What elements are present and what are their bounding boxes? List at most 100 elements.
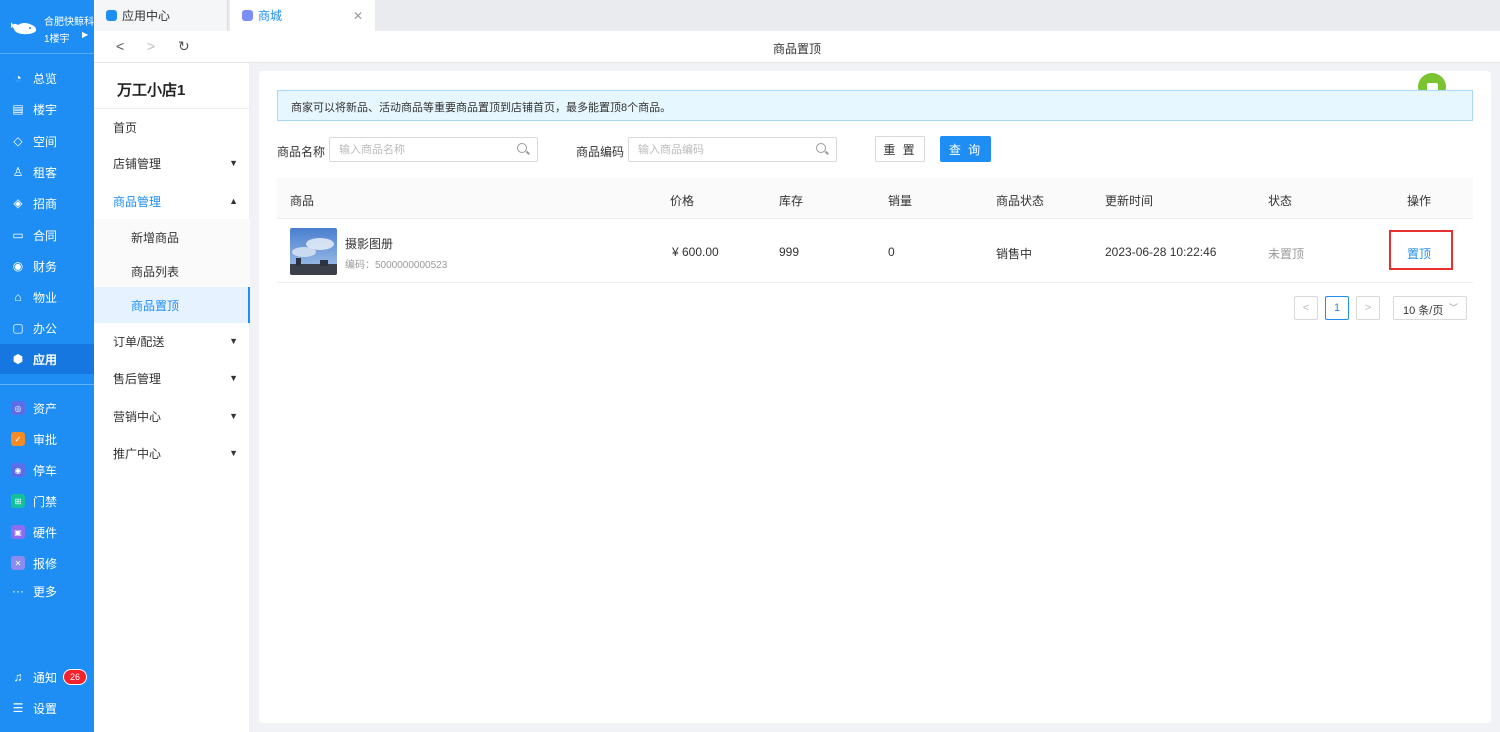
nav-contract[interactable]: ▭ 合同	[0, 220, 94, 250]
parking-icon: ◉	[11, 463, 25, 477]
caret-right-icon: ▶	[82, 30, 89, 39]
menu-aftersale[interactable]: 售后管理 ▼	[94, 360, 250, 396]
menu-goods[interactable]: 商品管理 ▲	[94, 183, 250, 219]
reset-button[interactable]: 重 置	[875, 136, 925, 162]
chevron-down-icon: ﹀	[1448, 303, 1458, 313]
menu-icon: ☰	[12, 701, 24, 715]
main-sidebar: 合肥快鲸科 1楼宇 ▶ ◔ 总览 ▤ 楼宇 ◇ 空间 ♙ 租客 ◈ 招商 ▭ 合…	[0, 0, 94, 732]
chevron-down-icon: ▼	[229, 158, 238, 168]
product-stock: 999	[779, 245, 800, 259]
prev-page-button[interactable]: <	[1294, 296, 1318, 320]
tab-label: 应用中心	[122, 9, 171, 23]
product-code: 编码：5000000000523	[345, 260, 448, 271]
info-notice: 商家可以将新品、活动商品等重要商品置顶到店铺首页，最多能置顶8个商品。	[277, 90, 1473, 121]
product-name: 摄影图册	[345, 237, 394, 251]
monitor-icon: ▢	[12, 321, 24, 335]
menu-label: 商品管理	[113, 194, 162, 209]
nav-notify[interactable]: ♫ 通知 26	[0, 662, 94, 692]
menu-label: 售后管理	[113, 371, 162, 386]
app-approval[interactable]: ✓ 审批	[0, 424, 94, 454]
notify-count-badge: 26	[63, 669, 88, 685]
nav-leasing[interactable]: ◈ 招商	[0, 188, 94, 218]
menu-label: 推广中心	[113, 446, 162, 461]
tag-icon: ◈	[13, 196, 23, 210]
access-control-icon: ⊞	[11, 494, 25, 508]
hardware-icon: ▣	[11, 525, 25, 539]
tab-bar: 应用中心 商城 ✕	[94, 0, 1500, 31]
product-thumbnail	[290, 228, 337, 275]
menu-home[interactable]: 首页	[94, 109, 250, 145]
query-button[interactable]: 查 询	[940, 136, 991, 162]
app-label: 审批	[33, 432, 58, 447]
col-status: 状态	[1268, 194, 1293, 208]
nav-tenant[interactable]: ♙ 租客	[0, 157, 94, 187]
page-size-select[interactable]: 10 条/页 ﹀	[1393, 296, 1467, 320]
nav-label: 合同	[33, 228, 58, 243]
app-repair[interactable]: ✕ 报修	[0, 548, 94, 578]
page-1-button[interactable]: 1	[1325, 296, 1349, 320]
nav-space[interactable]: ◇ 空间	[0, 126, 94, 156]
dashboard-icon: ◔	[14, 71, 22, 85]
nav-apps[interactable]: ⬢ 应用	[0, 344, 94, 374]
nav-more[interactable]: ··· 更多	[0, 576, 94, 606]
nav-label: 楼宇	[33, 102, 58, 117]
nav-label: 办公	[33, 321, 58, 336]
table-row: 摄影图册 编码：5000000000523 ¥ 600.00 999 0 销售中…	[277, 219, 1473, 283]
menu-label: 新增商品	[131, 230, 180, 245]
nav-office[interactable]: ▢ 办公	[0, 313, 94, 343]
nav-label: 财务	[33, 259, 58, 274]
col-goods: 商品	[290, 194, 315, 208]
search-icon	[517, 143, 527, 153]
app-access[interactable]: ⊞ 门禁	[0, 486, 94, 516]
col-updated: 更新时间	[1105, 194, 1154, 208]
goods-name-input[interactable]	[330, 138, 500, 161]
menu-label: 营销中心	[113, 409, 162, 424]
col-goods-status: 商品状态	[996, 194, 1045, 208]
next-page-button[interactable]: >	[1356, 296, 1380, 320]
nav-settings[interactable]: ☰ 设置	[0, 693, 94, 723]
app-icon: ⬢	[12, 352, 24, 366]
repair-icon: ✕	[11, 556, 25, 570]
app-label: 资产	[33, 401, 58, 416]
finance-icon: ◉	[12, 259, 24, 273]
menu-promotion[interactable]: 推广中心 ▼	[94, 435, 250, 471]
menu-store[interactable]: 店铺管理 ▼	[94, 145, 250, 181]
menu-goods-add[interactable]: 新增商品	[94, 219, 250, 255]
goods-code-field	[628, 137, 837, 162]
content-card: 商家可以将新品、活动商品等重要商品置顶到店铺首页，最多能置顶8个商品。 商品名称…	[259, 71, 1491, 723]
mall-icon	[242, 10, 253, 21]
bell-icon: ♫	[13, 670, 23, 684]
product-sales: 0	[888, 245, 895, 259]
nav-building[interactable]: ▤ 楼宇	[0, 94, 94, 124]
nav-overview[interactable]: ◔ 总览	[0, 63, 94, 93]
app-label: 硬件	[33, 525, 58, 540]
tab-mall[interactable]: 商城 ✕	[230, 0, 375, 31]
page-title: 商品置顶	[772, 42, 821, 56]
menu-goods-list[interactable]: 商品列表	[94, 253, 250, 289]
goods-code-input[interactable]	[629, 138, 799, 161]
brand-building: 1楼宇	[44, 34, 70, 45]
app-hardware[interactable]: ▣ 硬件	[0, 517, 94, 547]
nav-finance[interactable]: ◉ 财务	[0, 251, 94, 281]
app-assets[interactable]: ◎ 资产	[0, 393, 94, 423]
brand-switcher[interactable]: 合肥快鲸科 1楼宇 ▶	[0, 0, 94, 54]
pin-top-link[interactable]: 置顶	[1407, 245, 1431, 262]
menu-goods-top[interactable]: 商品置顶	[94, 287, 250, 323]
app-label: 停车	[33, 463, 58, 478]
menu-label: 商品置顶	[131, 298, 180, 313]
nav-property[interactable]: ⌂ 物业	[0, 282, 94, 312]
chevron-down-icon: ▼	[229, 411, 238, 421]
goods-name-label: 商品名称	[277, 145, 326, 159]
chevron-down-icon: ▼	[229, 336, 238, 346]
menu-label: 商品列表	[131, 264, 180, 279]
shop-menu: 万工小店1 首页 店铺管理 ▼ 商品管理 ▲ 新增商品 商品列表 商品置顶 订单…	[94, 63, 250, 732]
app-parking[interactable]: ◉ 停车	[0, 455, 94, 485]
tab-app-center[interactable]: 应用中心	[94, 0, 228, 31]
address-bar: < > ↻ 商品置顶	[94, 31, 1500, 63]
app-label: 门禁	[33, 494, 58, 509]
col-stock: 库存	[779, 194, 804, 208]
menu-orders[interactable]: 订单/配送 ▼	[94, 323, 250, 359]
menu-marketing[interactable]: 营销中心 ▼	[94, 398, 250, 434]
app-center-icon	[106, 10, 117, 21]
close-icon[interactable]: ✕	[353, 9, 363, 23]
